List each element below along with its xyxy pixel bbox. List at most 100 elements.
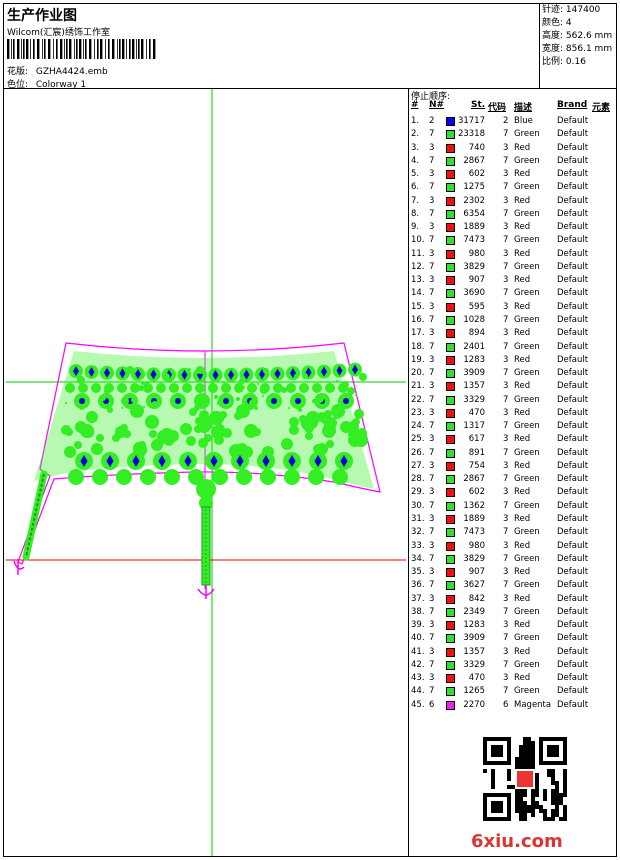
row-description: Green [514,659,540,670]
row-brand: Default [557,646,589,657]
row-description: Red [514,328,531,339]
row-stitches: 3909 [463,633,485,644]
row-stitches: 1889 [463,222,485,233]
row-stitches: 754 [468,460,485,471]
color-swatch [446,196,455,206]
row-description: Green [514,288,540,299]
stop-row: 2. 7 23318 7 Green Default [409,128,618,141]
row-brand: Default [557,460,589,471]
color-swatch [446,156,455,166]
row-needle: 3 [429,487,435,498]
color-swatch [446,488,455,498]
row-needle: 3 [429,195,435,206]
row-code: 3 [503,620,509,631]
row-description: Red [514,567,531,578]
row-code: 7 [503,606,509,617]
row-needle: 3 [429,248,435,259]
stop-row: 45. 6 2270 6 Magenta Default [409,699,618,712]
color-swatch [446,209,455,219]
row-needle: 7 [429,394,435,405]
row-code: 6 [503,699,509,710]
row-needle: 7 [429,421,435,432]
stop-row: 33. 3 980 3 Red Default [409,540,618,553]
row-description: Green [514,606,540,617]
row-needle: 3 [429,646,435,657]
row-code: 3 [503,248,509,259]
spec-width: 宽度: 856.1 mm [542,44,613,54]
row-brand: Default [557,487,589,498]
stop-row: 28. 7 2867 7 Green Default [409,473,618,486]
row-description: Green [514,553,540,564]
stop-row: 13. 3 907 3 Red Default [409,274,618,287]
row-index: 1. [411,116,420,126]
row-description: Red [514,248,531,259]
row-brand: Default [557,567,589,578]
row-index: 4. [411,155,420,166]
stop-row: 1. 2 31717 2 Blue Default [409,115,618,128]
color-swatch [446,660,455,670]
row-index: 14. [411,288,425,299]
header-stitches: St. [471,100,486,110]
stop-row: 11. 3 980 3 Red Default [409,248,618,261]
row-index: 17. [411,328,425,339]
row-description: Green [514,580,540,591]
stop-row: 23. 3 470 3 Red Default [409,407,618,420]
row-description: Red [514,275,531,286]
row-stitches: 31717 [457,116,485,126]
row-index: 32. [411,527,425,538]
row-stitches: 1317 [463,421,485,432]
design-file-label: 花版: [7,67,29,77]
row-index: 27. [411,460,425,471]
color-swatch [446,461,455,471]
stop-row: 10. 7 7473 7 Green Default [409,234,618,247]
row-stitches: 1028 [463,314,485,325]
design-file-line: 花版: GZHA4424.emb [7,64,108,77]
row-index: 26. [411,447,425,458]
row-code: 7 [503,155,509,166]
row-brand: Default [557,328,589,339]
row-brand: Default [557,261,589,272]
row-needle: 3 [429,142,435,153]
row-stitches: 907 [468,275,485,286]
row-needle: 7 [429,580,435,591]
row-stitches: 2302 [463,195,485,206]
color-swatch [446,448,455,458]
row-brand: Default [557,275,589,286]
row-needle: 7 [429,686,435,697]
row-code: 7 [503,474,509,485]
row-needle: 3 [429,593,435,604]
row-index: 9. [411,222,420,233]
spec-colors: 颜色: 4 [542,18,572,28]
row-index: 33. [411,540,425,551]
company-name: Wilcom(汇宸)绣饰工作室 [7,28,110,38]
row-index: 13. [411,275,425,286]
row-brand: Default [557,593,589,604]
row-description: Green [514,182,540,193]
row-index: 36. [411,580,425,591]
row-stitches: 1357 [463,381,485,392]
stop-row: 39. 3 1283 3 Red Default [409,619,618,632]
row-needle: 3 [429,354,435,365]
stop-row: 7. 3 2302 3 Red Default [409,195,618,208]
row-code: 7 [503,368,509,379]
row-description: Red [514,513,531,524]
row-brand: Default [557,368,589,379]
row-index: 21. [411,381,425,392]
color-swatch [446,554,455,564]
stop-row: 24. 7 1317 7 Green Default [409,420,618,433]
row-description: Red [514,381,531,392]
row-needle: 7 [429,553,435,564]
row-description: Red [514,593,531,604]
stop-row: 36. 7 3627 7 Green Default [409,579,618,592]
row-index: 16. [411,314,425,325]
row-description: Red [514,169,531,180]
row-description: Green [514,474,540,485]
row-brand: Default [557,447,589,458]
row-needle: 7 [429,155,435,166]
row-brand: Default [557,182,589,193]
row-stitches: 23318 [457,129,485,140]
row-description: Blue [514,116,533,126]
stop-row: 20. 7 3909 7 Green Default [409,367,618,380]
stop-row: 37. 3 842 3 Red Default [409,593,618,606]
row-index: 28. [411,474,425,485]
